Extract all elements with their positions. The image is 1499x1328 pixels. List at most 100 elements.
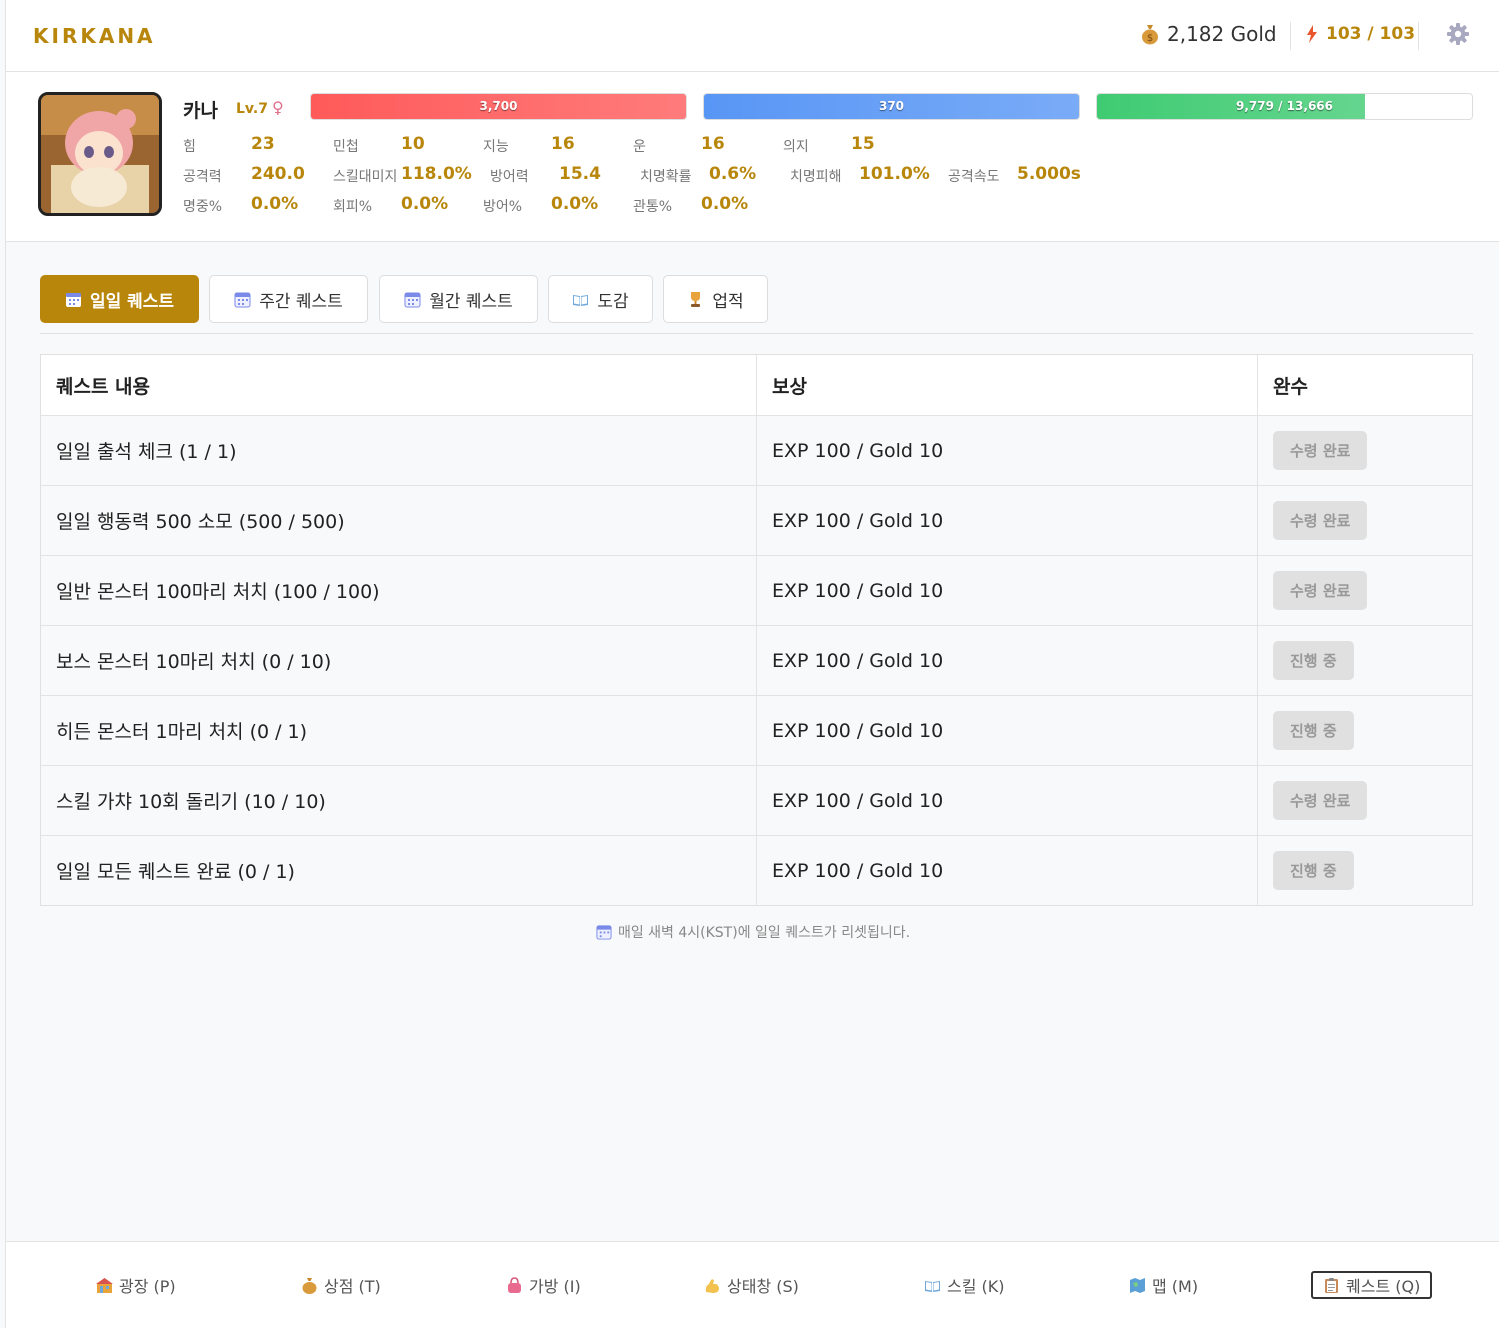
tab-weekly-quest[interactable]: 주간 퀘스트 xyxy=(209,275,368,323)
nav-item-quest[interactable]: 퀘스트 (Q) xyxy=(1311,1271,1433,1299)
quest-status-button[interactable]: 수령 완료 xyxy=(1273,501,1368,540)
stat-label: 민첩 xyxy=(333,139,359,155)
tab-achievement[interactable]: 업적 xyxy=(663,275,768,323)
nav-item-status[interactable]: 상태창 (S) xyxy=(694,1271,809,1299)
stat-label: 방어력 xyxy=(490,169,529,185)
energy-amount: 103 / 103 xyxy=(1326,24,1416,44)
table-row: 스킬 가챠 10회 돌리기 (10 / 10) EXP 100 / Gold 10… xyxy=(41,765,1472,835)
table-header-row: 퀘스트 내용 보상 완수 xyxy=(41,355,1472,415)
svg-text:$: $ xyxy=(1147,33,1153,44)
header-divider xyxy=(1290,22,1291,50)
quest-status-button[interactable]: 진행 중 xyxy=(1273,711,1354,750)
quest-status-cell: 수령 완료 xyxy=(1258,766,1472,835)
tab-divider xyxy=(40,333,1473,334)
quest-status-button[interactable]: 수령 완료 xyxy=(1273,571,1368,610)
quest-description: 일일 출석 체크 (1 / 1) xyxy=(41,416,757,485)
column-header-reward: 보상 xyxy=(757,355,1258,415)
character-name: 카나 xyxy=(183,100,218,122)
quest-description: 일반 몬스터 100마리 처치 (100 / 100) xyxy=(41,556,757,625)
stat-value: 118.0% xyxy=(401,164,472,184)
tab-label: 일일 퀘스트 xyxy=(89,291,175,312)
quest-status-cell: 수령 완료 xyxy=(1258,556,1472,625)
stat-value: 10 xyxy=(401,134,425,154)
stat-value: 15.4 xyxy=(559,164,601,184)
tab-label: 업적 xyxy=(712,291,744,312)
nav-item-plaza[interactable]: 광장 (P) xyxy=(86,1271,186,1299)
lightning-icon xyxy=(1307,25,1317,43)
mp-bar-label: 370 xyxy=(878,99,905,113)
tab-daily-quest[interactable]: 일일 퀘스트 xyxy=(40,275,199,323)
nav-label: 맵 (M) xyxy=(1152,1277,1199,1296)
app-logo[interactable]: KIRKANA xyxy=(33,24,156,48)
quest-reward: EXP 100 / Gold 10 xyxy=(757,836,1258,905)
nav-item-skill[interactable]: 스킬 (K) xyxy=(914,1271,1015,1299)
reset-notice: 매일 새벽 4시(KST)에 일일 퀘스트가 리셋됩니다. xyxy=(6,922,1499,942)
table-row: 히든 몬스터 1마리 처치 (0 / 1) EXP 100 / Gold 10 진행… xyxy=(41,695,1472,765)
quest-status-button[interactable]: 수령 완료 xyxy=(1273,781,1368,820)
tab-label: 월간 퀘스트 xyxy=(429,291,513,312)
stat-value: 5.000s xyxy=(1017,164,1081,184)
trophy-icon xyxy=(691,291,701,307)
tab-collection[interactable]: 도감 xyxy=(548,275,653,323)
table-row: 일일 모든 퀘스트 완료 (0 / 1) EXP 100 / Gold 10 진행 … xyxy=(41,835,1472,905)
tab-label: 도감 xyxy=(597,291,629,312)
hp-bar: 3,700 xyxy=(310,93,687,120)
nav-label: 스킬 (K) xyxy=(947,1277,1005,1296)
column-header-status: 완수 xyxy=(1273,375,1308,398)
book-icon xyxy=(925,1280,940,1292)
quest-status-button[interactable]: 진행 중 xyxy=(1273,641,1354,680)
money-bag-icon: $ xyxy=(1142,25,1158,45)
quest-reward: EXP 100 / Gold 10 xyxy=(757,556,1258,625)
quest-status-cell: 진행 중 xyxy=(1258,836,1472,905)
nav-item-map[interactable]: 맵 (M) xyxy=(1119,1271,1208,1299)
character-portrait xyxy=(41,95,159,213)
table-row: 보스 몬스터 10마리 처치 (0 / 10) EXP 100 / Gold 10… xyxy=(41,625,1472,695)
stat-label: 공격속도 xyxy=(948,169,1000,185)
stat-label: 방어% xyxy=(483,199,523,215)
stat-label: 공격력 xyxy=(183,169,222,185)
quest-status-button[interactable]: 진행 중 xyxy=(1273,851,1354,890)
avatar[interactable] xyxy=(38,92,162,216)
quest-description: 보스 몬스터 10마리 처치 (0 / 10) xyxy=(41,626,757,695)
quest-description: 스킬 가챠 10회 돌리기 (10 / 10) xyxy=(41,766,757,835)
gear-icon[interactable] xyxy=(1446,22,1470,46)
stat-value: 23 xyxy=(251,134,275,154)
tab-label: 주간 퀘스트 xyxy=(259,291,343,312)
stat-value: 0.0% xyxy=(701,194,749,214)
book-icon xyxy=(573,294,589,306)
stat-value: 0.0% xyxy=(251,194,299,214)
app-frame: KIRKANA $ 2,182 Gold 103 / 103 카나 Lv.7 ♀… xyxy=(5,0,1499,1328)
stat-label: 운 xyxy=(633,139,646,155)
quest-table: 퀘스트 내용 보상 완수 일일 출석 체크 (1 / 1) EXP 100 / G… xyxy=(40,354,1473,906)
quest-description: 일일 모든 퀘스트 완료 (0 / 1) xyxy=(41,836,757,905)
stat-label: 지능 xyxy=(483,139,509,155)
quest-reward: EXP 100 / Gold 10 xyxy=(757,486,1258,555)
gender-icon: ♀ xyxy=(272,98,284,117)
top-header: KIRKANA $ 2,182 Gold 103 / 103 xyxy=(6,0,1499,72)
table-row: 일일 출석 체크 (1 / 1) EXP 100 / Gold 10 수령 완료 xyxy=(41,415,1472,485)
bag-icon xyxy=(508,1276,521,1293)
nav-item-shop[interactable]: 상점 (T) xyxy=(291,1271,391,1299)
nav-item-bag[interactable]: 가방 (I) xyxy=(496,1271,591,1299)
calendar-icon xyxy=(65,292,81,307)
stat-value: 101.0% xyxy=(859,164,930,184)
nav-label: 상태창 (S) xyxy=(727,1277,799,1296)
nav-label: 가방 (I) xyxy=(529,1277,581,1296)
quest-status-cell: 진행 중 xyxy=(1258,696,1472,765)
nav-label: 광장 (P) xyxy=(119,1277,176,1296)
stat-label: 치명피해 xyxy=(790,169,842,185)
exp-bar: 9,779 / 13,666 xyxy=(1096,93,1473,120)
quest-status-button[interactable]: 수령 완료 xyxy=(1273,431,1368,470)
reset-notice-text: 매일 새벽 4시(KST)에 일일 퀘스트가 리셋됩니다. xyxy=(617,925,911,941)
exp-bar-label: 9,779 / 13,666 xyxy=(1235,99,1333,113)
character-profile: 카나 Lv.7 ♀ 3,700 370 9,779 / 13,666 힘 23 … xyxy=(6,72,1499,242)
tab-monthly-quest[interactable]: 월간 퀘스트 xyxy=(379,275,538,323)
column-header-quest: 퀘스트 내용 xyxy=(41,355,757,415)
stat-value: 240.0 xyxy=(251,164,305,184)
stat-label: 치명확률 xyxy=(640,169,692,185)
stat-value: 0.0% xyxy=(401,194,449,214)
money-bag-icon xyxy=(302,1277,317,1294)
energy-display: 103 / 103 xyxy=(1306,24,1415,44)
quest-description: 히든 몬스터 1마리 처치 (0 / 1) xyxy=(41,696,757,765)
quest-reward: EXP 100 / Gold 10 xyxy=(757,696,1258,765)
